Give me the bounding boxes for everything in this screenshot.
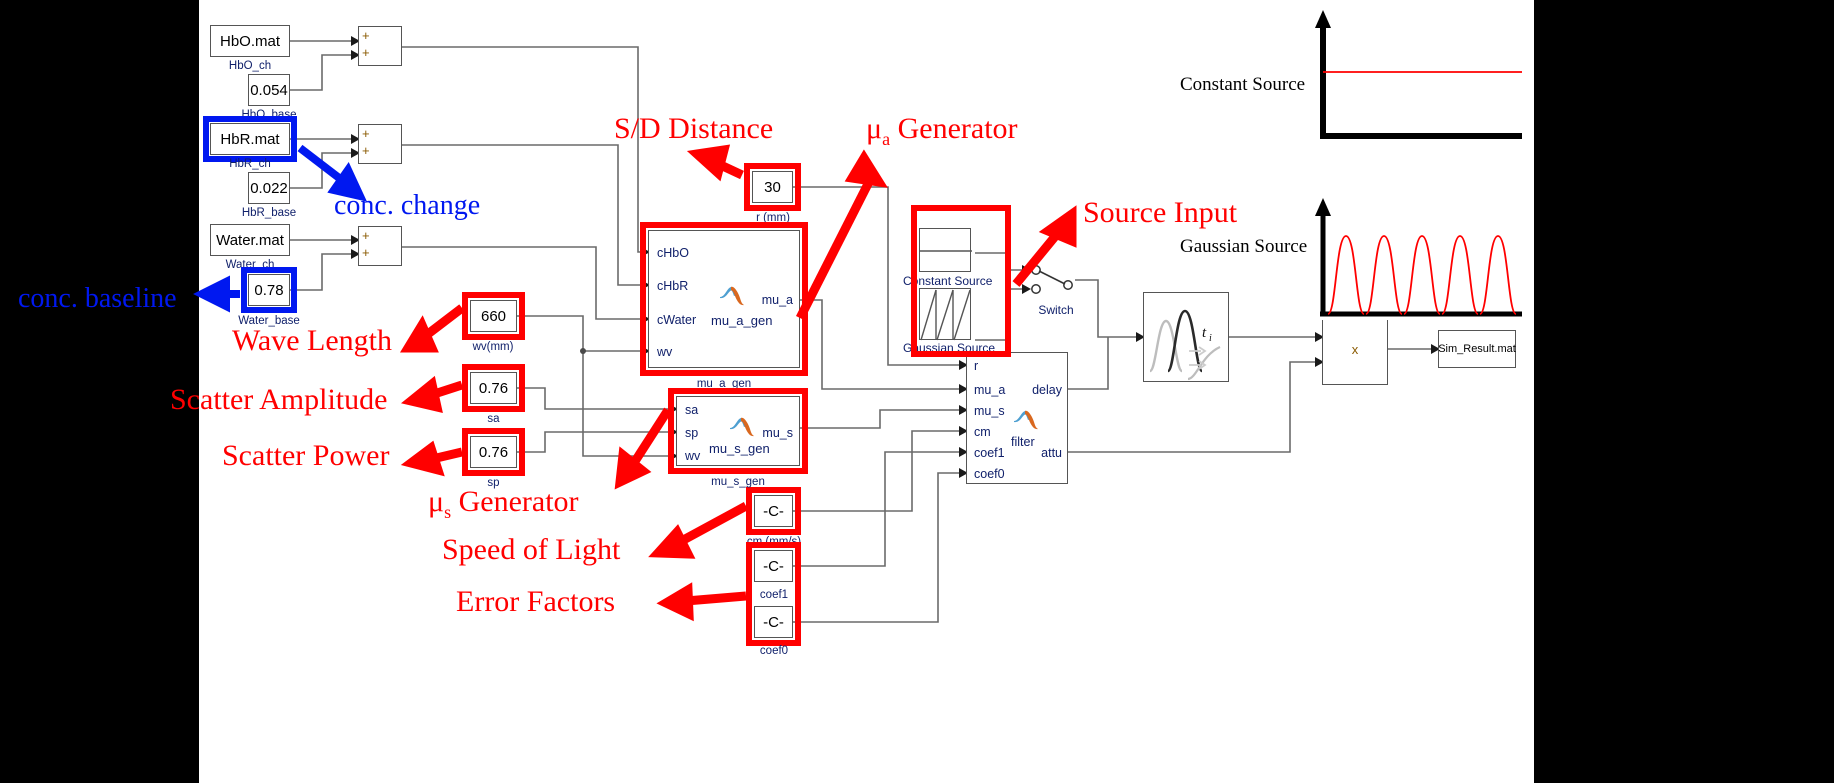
generator-word: Generator xyxy=(897,112,1018,145)
ann-mu-s-generator: μs Generator xyxy=(428,485,579,523)
mu-symbol: μ xyxy=(428,485,445,518)
ann-scatter-power: Scatter Power xyxy=(222,439,390,472)
ann-conc-baseline: conc. baseline xyxy=(18,283,177,314)
ann-mu-a-generator: μa Generator xyxy=(866,112,1018,150)
mu-symbol: μ xyxy=(866,112,883,145)
ann-error-factors: Error Factors xyxy=(456,585,616,618)
ann-wave-length: Wave Length xyxy=(232,324,393,357)
ann-conc-change: conc. change xyxy=(334,190,481,221)
mu-subscript: s xyxy=(444,502,452,522)
ann-scatter-amplitude: Scatter Amplitude xyxy=(170,383,388,416)
generator-word: Generator xyxy=(458,485,579,518)
ann-sd-distance: S/D Distance xyxy=(614,112,774,145)
mu-subscript: a xyxy=(882,129,891,149)
ann-speed-of-light: Speed of Light xyxy=(442,533,621,566)
diagram-canvas: HbO.mat HbO_ch 0.054 HbO_base HbR.mat Hb… xyxy=(0,0,1834,783)
ann-source-input: Source Input xyxy=(1083,196,1238,229)
